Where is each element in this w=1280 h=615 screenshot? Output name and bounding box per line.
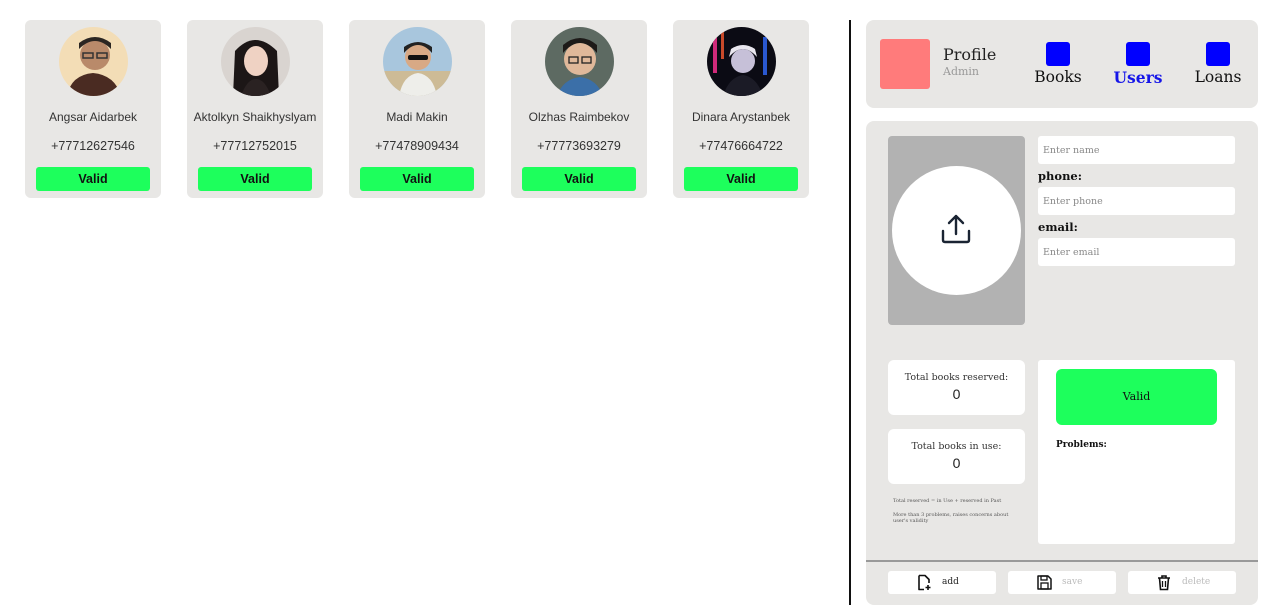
email-input[interactable]	[1038, 238, 1235, 266]
photo-upload-area	[888, 136, 1025, 325]
nav-books[interactable]: Books	[1028, 42, 1088, 86]
user-status-button[interactable]: Valid	[36, 167, 150, 191]
user-avatar	[221, 27, 290, 96]
total-reserved-value: 0	[952, 386, 961, 402]
user-card-list: Angsar Aidarbek +77712627546 Valid Aktol…	[25, 20, 809, 198]
problems-label: Problems:	[1056, 440, 1107, 450]
trash-icon	[1158, 575, 1170, 591]
total-reserved-label: Total books reserved:	[904, 372, 1009, 383]
user-card[interactable]: Madi Makin +77478909434 Valid	[349, 20, 485, 198]
delete-button[interactable]: delete	[1128, 571, 1236, 594]
save-button[interactable]: save	[1008, 571, 1116, 594]
vertical-divider	[849, 20, 851, 605]
users-icon	[1126, 42, 1150, 66]
user-card[interactable]: Angsar Aidarbek +77712627546 Valid	[25, 20, 161, 198]
user-avatar	[545, 27, 614, 96]
profile-header: Profile Admin Books Users Loans	[866, 20, 1258, 108]
total-in-use-value: 0	[952, 455, 961, 471]
user-card[interactable]: Dinara Arystanbek +77476664722 Valid	[673, 20, 809, 198]
total-in-use-card: Total books in use: 0	[888, 429, 1025, 484]
status-box: Valid Problems:	[1038, 360, 1235, 544]
user-name: Aktolkyn Shaikhyslyam	[193, 110, 317, 124]
loans-icon	[1206, 42, 1230, 66]
profile-role: Admin	[943, 65, 980, 78]
total-in-use-label: Total books in use:	[911, 441, 1002, 452]
user-name: Dinara Arystanbek	[691, 110, 791, 124]
nav-books-label: Books	[1034, 68, 1082, 86]
phone-label: phone:	[1038, 169, 1082, 183]
name-input[interactable]	[1038, 136, 1235, 164]
nav-users[interactable]: Users	[1108, 42, 1168, 87]
add-file-icon	[918, 574, 931, 591]
reserved-formula-note: Total reserved = in Use + reserved in Pa…	[893, 498, 1002, 504]
user-status-button[interactable]: Valid	[522, 167, 636, 191]
upload-icon	[941, 214, 971, 244]
upload-button[interactable]	[892, 166, 1021, 295]
user-phone: +77712752015	[213, 139, 297, 153]
user-phone: +77712627546	[51, 139, 135, 153]
footer-divider	[866, 560, 1258, 562]
user-card[interactable]: Aktolkyn Shaikhyslyam +77712752015 Valid	[187, 20, 323, 198]
user-name: Madi Makin	[386, 110, 448, 124]
user-avatar	[707, 27, 776, 96]
user-status-button[interactable]: Valid	[684, 167, 798, 191]
save-icon	[1037, 575, 1052, 590]
delete-label: delete	[1182, 577, 1211, 587]
profile-title: Profile	[943, 45, 997, 64]
profile-avatar[interactable]	[880, 39, 930, 89]
user-phone: +77773693279	[537, 139, 621, 153]
nav-loans-label: Loans	[1194, 68, 1242, 86]
user-name: Olzhas Raimbekov	[528, 110, 630, 124]
phone-input[interactable]	[1038, 187, 1235, 215]
user-avatar	[383, 27, 452, 96]
validity-status-button[interactable]: Valid	[1056, 369, 1217, 425]
user-phone: +77478909434	[375, 139, 459, 153]
validity-note: More than 3 problems, raises concerns ab…	[893, 512, 1009, 524]
user-status-button[interactable]: Valid	[360, 167, 474, 191]
user-phone: +77476664722	[699, 139, 783, 153]
add-label: add	[942, 577, 959, 587]
user-name: Angsar Aidarbek	[48, 110, 138, 124]
email-label: email:	[1038, 220, 1078, 234]
add-button[interactable]: add	[888, 571, 996, 594]
nav-loans[interactable]: Loans	[1188, 42, 1248, 86]
user-status-button[interactable]: Valid	[198, 167, 312, 191]
user-card[interactable]: Olzhas Raimbekov +77773693279 Valid	[511, 20, 647, 198]
save-label: save	[1062, 577, 1083, 587]
books-icon	[1046, 42, 1070, 66]
user-avatar	[59, 27, 128, 96]
user-detail-panel: phone: email: Total books reserved: 0 To…	[866, 121, 1258, 605]
total-reserved-card: Total books reserved: 0	[888, 360, 1025, 415]
nav-users-label: Users	[1113, 68, 1163, 87]
